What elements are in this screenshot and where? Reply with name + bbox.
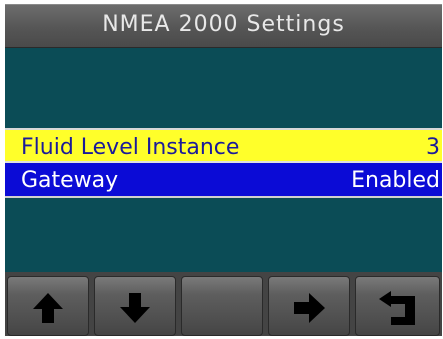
settings-panel: Fluid Level Instance 3 Gateway Enabled [5, 48, 442, 272]
menu-item-label: Gateway [21, 168, 119, 193]
arrow-right-icon [269, 291, 349, 329]
menu-item-value: Enabled [351, 168, 440, 193]
back-button[interactable] [355, 276, 440, 336]
return-icon [356, 291, 439, 331]
menu-item-fluid-level-instance[interactable]: Fluid Level Instance 3 [5, 128, 442, 163]
down-button[interactable] [94, 276, 176, 336]
softkey-bar [5, 272, 442, 336]
blank-softkey[interactable] [181, 276, 263, 336]
menu-item-value: 3 [426, 135, 440, 160]
enter-button[interactable] [268, 276, 350, 336]
page-title: NMEA 2000 Settings [102, 12, 345, 37]
menu-item-gateway[interactable]: Gateway Enabled [5, 163, 442, 198]
title-bar: NMEA 2000 Settings [5, 4, 442, 48]
menu-item-label: Fluid Level Instance [21, 135, 240, 160]
arrow-up-icon [8, 291, 88, 329]
up-button[interactable] [7, 276, 89, 336]
device-screen: NMEA 2000 Settings Fluid Level Instance … [5, 4, 442, 336]
arrow-down-icon [95, 291, 175, 329]
